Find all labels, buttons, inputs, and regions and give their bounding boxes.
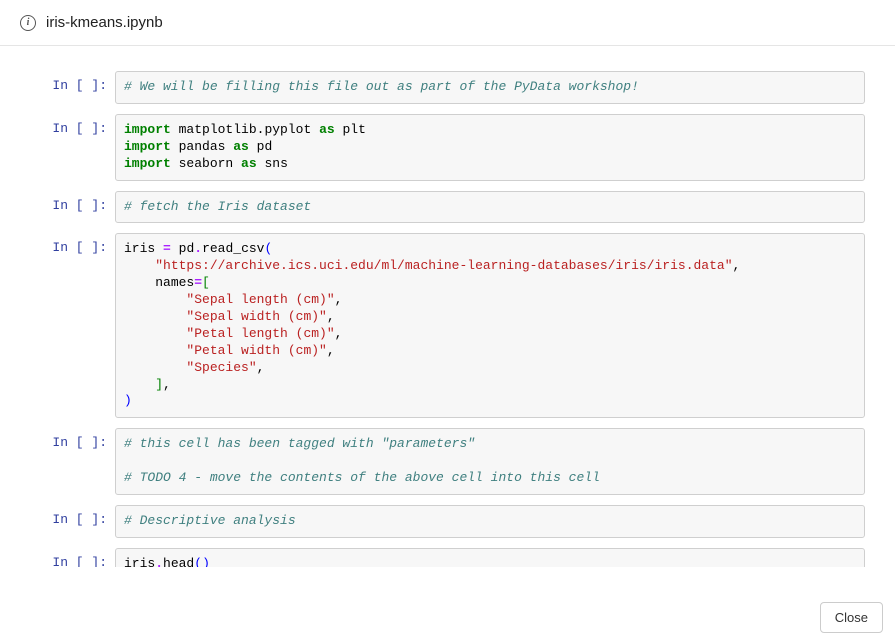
notebook-cell: In [ ]: # fetch the Iris dataset [10, 191, 865, 224]
close-button[interactable]: Close [820, 602, 883, 633]
code-keyword: as [241, 156, 257, 171]
cell-prompt: In [ ]: [10, 428, 115, 495]
cell-prompt: In [ ]: [10, 71, 115, 104]
cell-prompt: In [ ]: [10, 114, 115, 181]
modal-header: i iris-kmeans.ipynb [0, 0, 895, 46]
cell-prompt: In [ ]: [10, 505, 115, 538]
cell-prompt: In [ ]: [10, 191, 115, 224]
code-paren: ) [202, 556, 210, 567]
notebook-cell: In [ ]: # this cell has been tagged with… [10, 428, 865, 495]
code-module: pandas [179, 139, 226, 154]
code-func: head [163, 556, 194, 567]
code-comma: , [733, 258, 741, 273]
notebook-scroll-area[interactable]: In [ ]: # We will be filling this file o… [0, 46, 895, 567]
code-paren: ) [124, 393, 132, 408]
code-var: iris [124, 241, 155, 256]
cell-prompt: In [ ]: [10, 233, 115, 418]
code-comment: # TODO 4 - move the contents of the abov… [124, 470, 600, 485]
code-comment: # We will be filling this file out as pa… [124, 79, 639, 94]
code-comma: , [335, 292, 343, 307]
cell-input[interactable]: # Descriptive analysis [115, 505, 865, 538]
info-icon: i [20, 15, 36, 31]
cell-input[interactable]: # this cell has been tagged with "parame… [115, 428, 865, 495]
code-module: matplotlib.pyplot [179, 122, 312, 137]
code-alias: sns [264, 156, 287, 171]
code-dot: . [194, 241, 202, 256]
code-keyword: as [319, 122, 335, 137]
cell-input[interactable]: iris.head() [115, 548, 865, 567]
code-comma: , [163, 377, 171, 392]
code-bracket: ] [155, 377, 163, 392]
notebook-cell: In [ ]: import matplotlib.pyplot as plt … [10, 114, 865, 181]
code-string: "Sepal width (cm)" [186, 309, 326, 324]
code-string: "Petal length (cm)" [186, 326, 334, 341]
code-bracket: [ [202, 275, 210, 290]
code-keyword: import [124, 156, 171, 171]
code-comma: , [327, 309, 335, 324]
cell-prompt: In [ ]: [10, 548, 115, 567]
code-keyword: as [233, 139, 249, 154]
code-alias: plt [342, 122, 365, 137]
code-dot: . [155, 556, 163, 567]
code-comma: , [257, 360, 265, 375]
code-comment: # Descriptive analysis [124, 513, 296, 528]
code-comma: , [327, 343, 335, 358]
code-op: = [163, 241, 171, 256]
code-string: "Sepal length (cm)" [186, 292, 334, 307]
cell-input[interactable]: iris = pd.read_csv( "https://archive.ics… [115, 233, 865, 418]
code-func: read_csv [202, 241, 264, 256]
notebook-cell: In [ ]: iris.head() [10, 548, 865, 567]
code-alias: pd [257, 139, 273, 154]
notebook-cell: In [ ]: # We will be filling this file o… [10, 71, 865, 104]
code-keyword: import [124, 122, 171, 137]
cell-input[interactable]: import matplotlib.pyplot as plt import p… [115, 114, 865, 181]
code-paren: ( [194, 556, 202, 567]
code-string: "Species" [186, 360, 256, 375]
code-obj: pd [179, 241, 195, 256]
filename-label: iris-kmeans.ipynb [46, 14, 163, 31]
code-keyword: import [124, 139, 171, 154]
cell-input[interactable]: # fetch the Iris dataset [115, 191, 865, 224]
code-module: seaborn [179, 156, 234, 171]
code-string: "Petal width (cm)" [186, 343, 326, 358]
notebook-cell: In [ ]: iris = pd.read_csv( "https://arc… [10, 233, 865, 418]
code-comment: # this cell has been tagged with "parame… [124, 436, 475, 451]
modal-footer: Close [820, 602, 883, 633]
cell-input[interactable]: # We will be filling this file out as pa… [115, 71, 865, 104]
code-comma: , [335, 326, 343, 341]
code-eq: = [194, 275, 202, 290]
code-string: "https://archive.ics.uci.edu/ml/machine-… [155, 258, 732, 273]
notebook-cell: In [ ]: # Descriptive analysis [10, 505, 865, 538]
code-paren: ( [265, 241, 273, 256]
code-var: iris [124, 556, 155, 567]
code-comment: # fetch the Iris dataset [124, 199, 311, 214]
code-kwarg: names [155, 275, 194, 290]
